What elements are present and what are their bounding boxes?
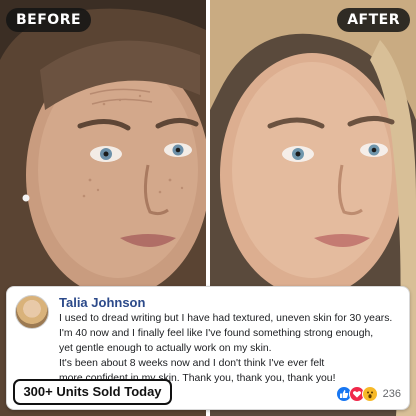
review-line: I'm 40 now and I finally feel like I've … — [59, 328, 374, 339]
review-line: It's been about 8 weeks now and I don't … — [59, 358, 325, 369]
review-line: I used to dread writing but I have had t… — [59, 313, 393, 324]
reaction-count: 236 — [382, 388, 401, 400]
review-text: I used to dread writing but I have had t… — [59, 311, 405, 386]
avatar — [15, 295, 49, 329]
wow-icon — [361, 386, 378, 402]
after-label: AFTER — [337, 8, 410, 32]
reactions-summary[interactable]: 236 — [335, 385, 401, 403]
before-label: BEFORE — [6, 8, 92, 32]
before-after-ad: BEFORE AFTER Talia Johnson I used to dre… — [0, 0, 416, 416]
review-author[interactable]: Talia Johnson — [59, 295, 145, 310]
review-line: yet gentle enough to actually work on my… — [59, 343, 272, 354]
review-card: Talia Johnson I used to dread writing bu… — [6, 286, 410, 410]
units-sold-badge: 300+ Units Sold Today — [13, 379, 172, 405]
